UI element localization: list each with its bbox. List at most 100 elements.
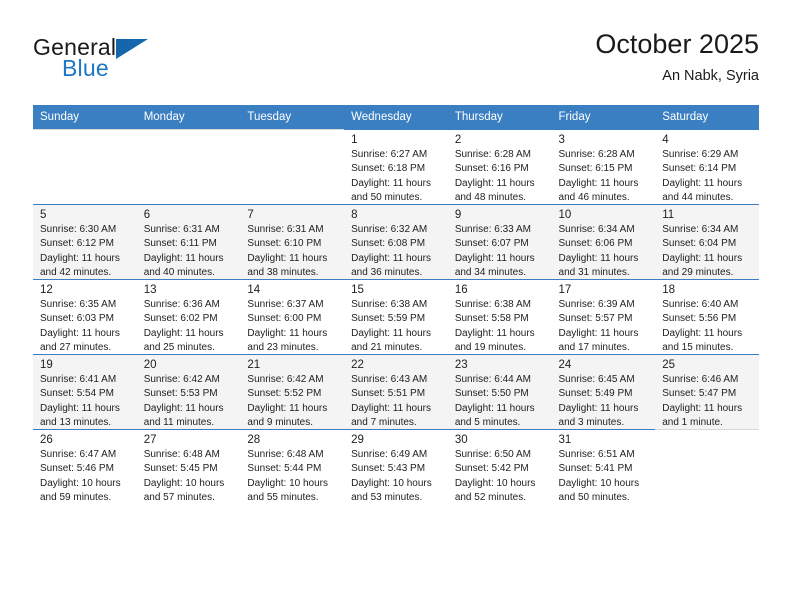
day-detail-sunrise: Sunrise: 6:50 AM	[454, 449, 531, 460]
calendar-day-cell[interactable]: 29 Sunrise: 6:49 AM Sunset: 5:43 PM Dayligh…	[344, 429, 448, 504]
day-detail-daylight-line1: Daylight: 11 hours	[351, 252, 431, 264]
day-detail-daylight-line2: and 52 minutes.	[454, 492, 526, 504]
day-detail-sunset: Sunset: 5:41 PM	[558, 463, 633, 475]
day-cell-inner: 3 Sunrise: 6:28 AM Sunset: 6:15 PM Daylight…	[551, 129, 656, 206]
calendar-day-cell[interactable]: 23 Sunrise: 6:44 AM Sunset: 5:50 PM Dayligh…	[447, 354, 552, 429]
calendar-week-row: 26 Sunrise: 6:47 AM Sunset: 5:46 PM Dayligh…	[33, 429, 759, 504]
day-details: Sunrise: 6:48 AM Sunset: 5:45 PM Daylight:…	[137, 448, 241, 506]
day-detail-sunrise: Sunrise: 6:31 AM	[143, 224, 220, 235]
day-detail-sunrise: Sunrise: 6:39 AM	[558, 299, 635, 310]
day-detail-sunset: Sunset: 5:58 PM	[454, 313, 529, 325]
day-detail-sunrise: Sunrise: 6:38 AM	[351, 299, 428, 310]
calendar-header-row: Sunday Monday Tuesday Wednesday Thursday…	[33, 105, 759, 129]
day-details: Sunrise: 6:28 AM Sunset: 6:15 PM Daylight:…	[552, 148, 656, 206]
day-detail-sunset: Sunset: 6:03 PM	[40, 313, 114, 325]
day-detail-sunset: Sunset: 5:59 PM	[351, 313, 426, 325]
day-detail-sunset: Sunset: 6:15 PM	[558, 163, 633, 175]
calendar-day-cell[interactable]: 4 Sunrise: 6:29 AM Sunset: 6:14 PM Daylight…	[655, 129, 759, 204]
day-number: 12	[40, 284, 53, 296]
day-detail-daylight-line1: Daylight: 11 hours	[558, 402, 639, 414]
calendar-day-cell[interactable]: 6 Sunrise: 6:31 AM Sunset: 6:11 PM Daylight…	[136, 204, 241, 279]
day-detail-sunset: Sunset: 5:44 PM	[247, 463, 322, 475]
calendar-day-cell[interactable]: 26 Sunrise: 6:47 AM Sunset: 5:46 PM Dayligh…	[33, 429, 137, 504]
day-detail-daylight-line2: and 57 minutes.	[143, 492, 215, 504]
weekday-header-friday: Friday	[551, 105, 656, 129]
calendar-day-cell[interactable]: 24 Sunrise: 6:45 AM Sunset: 5:49 PM Dayligh…	[551, 354, 656, 429]
calendar-day-cell[interactable]: 10 Sunrise: 6:34 AM Sunset: 6:06 PM Dayligh…	[551, 204, 656, 279]
calendar-day-cell[interactable]: 11 Sunrise: 6:34 AM Sunset: 6:04 PM Dayligh…	[655, 204, 759, 279]
brand-name-blue: Blue	[62, 55, 109, 81]
day-cell-inner: 5 Sunrise: 6:30 AM Sunset: 6:12 PM Daylight…	[33, 204, 137, 279]
day-cell-inner: 16 Sunrise: 6:38 AM Sunset: 5:58 PM Dayligh…	[447, 279, 552, 354]
day-number: 21	[247, 359, 261, 371]
brand-triangle-icon	[116, 39, 148, 59]
day-details: Sunrise: 6:38 AM Sunset: 5:59 PM Daylight:…	[344, 298, 448, 356]
calendar-day-cell[interactable]: 3 Sunrise: 6:28 AM Sunset: 6:15 PM Daylight…	[551, 129, 656, 206]
day-cell-inner: 11 Sunrise: 6:34 AM Sunset: 6:04 PM Dayligh…	[655, 204, 759, 279]
day-number: 20	[143, 359, 157, 371]
day-cell-inner: 19 Sunrise: 6:41 AM Sunset: 5:54 PM Dayligh…	[33, 354, 137, 429]
calendar-day-cell[interactable]: 8 Sunrise: 6:32 AM Sunset: 6:08 PM Daylight…	[344, 204, 448, 279]
calendar-day-cell[interactable]: 16 Sunrise: 6:38 AM Sunset: 5:58 PM Dayligh…	[447, 279, 552, 354]
calendar-day-cell[interactable]: 17 Sunrise: 6:39 AM Sunset: 5:57 PM Dayligh…	[551, 279, 656, 354]
calendar-week-row: 5 Sunrise: 6:30 AM Sunset: 6:12 PM Daylight…	[33, 204, 759, 279]
calendar-day-cell[interactable]: 30 Sunrise: 6:50 AM Sunset: 5:42 PM Dayligh…	[447, 429, 552, 504]
day-detail-daylight-line1: Daylight: 11 hours	[558, 177, 639, 189]
day-cell-inner: 30 Sunrise: 6:50 AM Sunset: 5:42 PM Dayligh…	[447, 429, 552, 504]
day-details: Sunrise: 6:29 AM Sunset: 6:14 PM Daylight:…	[655, 148, 759, 206]
calendar-day-cell[interactable]: 18 Sunrise: 6:40 AM Sunset: 5:56 PM Dayligh…	[655, 279, 759, 354]
day-detail-daylight-line1: Daylight: 10 hours	[247, 477, 329, 489]
calendar-day-cell[interactable]: 19 Sunrise: 6:41 AM Sunset: 5:54 PM Dayligh…	[33, 354, 137, 429]
calendar-day-cell[interactable]: 7 Sunrise: 6:31 AM Sunset: 6:10 PM Daylight…	[240, 204, 345, 279]
day-detail-sunset: Sunset: 6:16 PM	[454, 163, 529, 175]
brand-logo[interactable]: General Blue	[33, 34, 233, 94]
calendar-page: General Blue October 2025 An Nabk, Syria…	[0, 0, 792, 612]
calendar-day-cell[interactable]: 14 Sunrise: 6:37 AM Sunset: 6:00 PM Dayligh…	[240, 279, 345, 354]
day-cell-inner: 26 Sunrise: 6:47 AM Sunset: 5:46 PM Dayligh…	[33, 429, 137, 504]
calendar-day-cell[interactable]: 5 Sunrise: 6:30 AM Sunset: 6:12 PM Daylight…	[33, 204, 137, 279]
day-detail-daylight-line1: Daylight: 11 hours	[558, 327, 639, 339]
day-detail-sunrise: Sunrise: 6:40 AM	[662, 299, 739, 310]
day-number: 10	[558, 209, 572, 221]
calendar-day-cell[interactable]: 13 Sunrise: 6:36 AM Sunset: 6:02 PM Dayligh…	[136, 279, 241, 354]
day-cell-inner: 4 Sunrise: 6:29 AM Sunset: 6:14 PM Daylight…	[655, 129, 759, 204]
day-number: 18	[662, 284, 676, 296]
day-detail-sunrise: Sunrise: 6:35 AM	[40, 299, 117, 310]
day-cell-inner: 14 Sunrise: 6:37 AM Sunset: 6:00 PM Dayligh…	[240, 279, 345, 354]
calendar-day-cell[interactable]: 21 Sunrise: 6:42 AM Sunset: 5:52 PM Dayligh…	[240, 354, 345, 429]
calendar-day-cell[interactable]: 31 Sunrise: 6:51 AM Sunset: 5:41 PM Dayligh…	[551, 429, 656, 504]
day-detail-sunrise: Sunrise: 6:49 AM	[351, 449, 428, 460]
calendar-day-cell[interactable]: 20 Sunrise: 6:42 AM Sunset: 5:53 PM Dayligh…	[136, 354, 241, 429]
day-detail-daylight-line1: Daylight: 11 hours	[454, 177, 535, 189]
calendar-empty-cell	[33, 129, 137, 204]
day-number: 27	[143, 434, 157, 446]
weekday-header-monday: Monday	[136, 105, 241, 129]
day-number: 19	[40, 359, 53, 371]
calendar-day-cell[interactable]: 27 Sunrise: 6:48 AM Sunset: 5:45 PM Dayligh…	[136, 429, 241, 506]
calendar-day-cell[interactable]: 15 Sunrise: 6:38 AM Sunset: 5:59 PM Dayligh…	[344, 279, 448, 354]
day-detail-sunset: Sunset: 6:10 PM	[247, 238, 322, 250]
day-cell-inner: 2 Sunrise: 6:28 AM Sunset: 6:16 PM Daylight…	[447, 129, 552, 204]
day-detail-sunset: Sunset: 6:00 PM	[247, 313, 322, 325]
day-cell-inner: 29 Sunrise: 6:49 AM Sunset: 5:43 PM Dayligh…	[344, 429, 448, 504]
calendar-day-cell[interactable]: 22 Sunrise: 6:43 AM Sunset: 5:51 PM Dayligh…	[344, 354, 448, 429]
day-detail-sunrise: Sunrise: 6:28 AM	[558, 149, 635, 160]
calendar-day-cell[interactable]: 2 Sunrise: 6:28 AM Sunset: 6:16 PM Daylight…	[447, 129, 552, 204]
day-detail-sunrise: Sunrise: 6:29 AM	[662, 149, 739, 160]
day-details: Sunrise: 6:35 AM Sunset: 6:03 PM Daylight:…	[33, 298, 137, 356]
day-details: Sunrise: 6:33 AM Sunset: 6:07 PM Daylight:…	[448, 223, 552, 281]
day-number: 29	[351, 434, 364, 446]
day-detail-sunset: Sunset: 6:11 PM	[143, 238, 217, 250]
calendar-day-cell[interactable]: 1 Sunrise: 6:27 AM Sunset: 6:18 PM Daylight…	[344, 129, 448, 204]
calendar-day-cell[interactable]: 12 Sunrise: 6:35 AM Sunset: 6:03 PM Dayligh…	[33, 279, 137, 354]
weekday-header-tuesday: Tuesday	[240, 105, 345, 129]
day-detail-sunrise: Sunrise: 6:34 AM	[662, 224, 739, 235]
calendar-body: 1 Sunrise: 6:27 AM Sunset: 6:18 PM Daylight…	[33, 129, 759, 504]
day-cell-inner: 13 Sunrise: 6:36 AM Sunset: 6:02 PM Dayligh…	[136, 279, 241, 354]
day-detail-daylight-line2: and 55 minutes.	[247, 492, 319, 504]
day-detail-sunrise: Sunrise: 6:44 AM	[454, 374, 531, 385]
day-detail-sunrise: Sunrise: 6:46 AM	[662, 374, 739, 385]
calendar-day-cell[interactable]: 25 Sunrise: 6:46 AM Sunset: 5:47 PM Dayligh…	[655, 354, 759, 429]
calendar-day-cell[interactable]: 28 Sunrise: 6:48 AM Sunset: 5:44 PM Dayligh…	[240, 429, 345, 504]
calendar-day-cell[interactable]: 9 Sunrise: 6:33 AM Sunset: 6:07 PM Daylight…	[447, 204, 552, 281]
